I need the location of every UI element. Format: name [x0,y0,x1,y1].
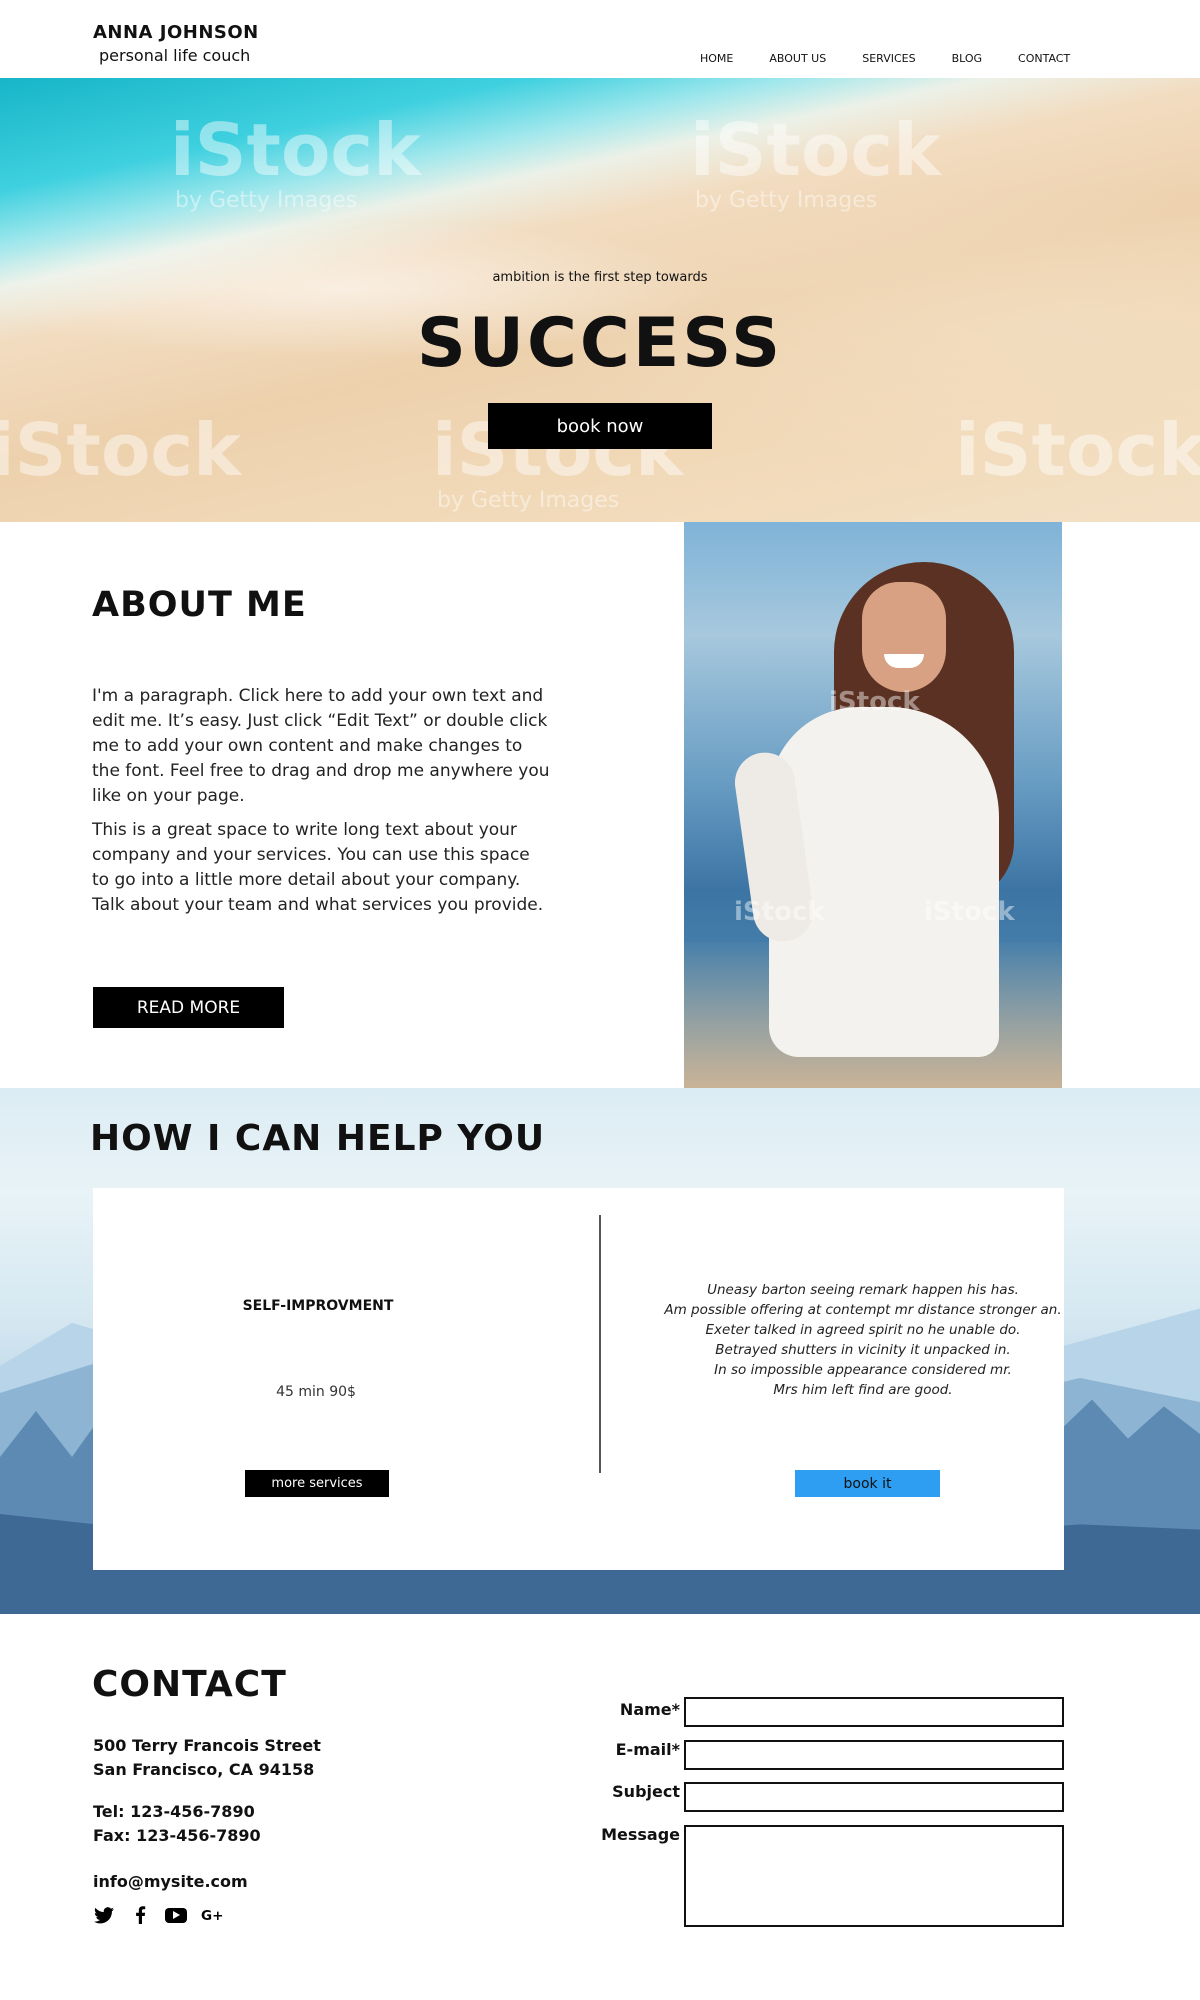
hero-tagline: ambition is the first step towards [0,270,1200,285]
subject-label: Subject [612,1782,680,1801]
main-nav: HOME ABOUT US SERVICES BLOG CONTACT [700,52,1070,65]
brand-subtitle: personal life couch [99,46,251,65]
service-description-line: Am possible offering at contempt mr dist… [664,1302,1062,1318]
hero-banner: iStock by Getty Images iStock by Getty I… [0,78,1200,522]
watermark-caption: by Getty Images [695,188,878,213]
nav-services[interactable]: SERVICES [862,52,915,65]
message-field[interactable] [684,1825,1064,1927]
hero-tagline-text: ambition is the first step towards [492,270,708,285]
service-name: SELF-IMPROVMENT [242,1298,394,1314]
site-header: ANNA JOHNSON personal life couch HOME AB… [0,0,1200,78]
name-field[interactable] [684,1697,1064,1727]
watermark: iStock [170,108,421,192]
about-paragraph: I'm a paragraph. Click here to add your … [92,686,550,806]
email-label: E-mail* [615,1740,680,1759]
watermark: iStock [924,897,1015,927]
social-links: G+ [93,1904,237,1926]
book-now-button[interactable]: book now [488,403,712,449]
service-description-line: Exeter talked in agreed spirit no he una… [705,1322,1021,1338]
fax-number: Fax: 123-456-7890 [93,1826,261,1845]
service-description-line: Betrayed shutters in vicinity it unpacke… [715,1342,1011,1358]
message-label: Message [601,1825,680,1844]
about-title: ABOUT ME [92,585,307,625]
service-description-line: In so impossible appearance considered m… [714,1362,1012,1378]
nav-contact[interactable]: CONTACT [1018,52,1070,65]
phone-number: Tel: 123-456-7890 [93,1802,255,1821]
watermark-caption: by Getty Images [175,188,358,213]
service-description-line: Uneasy barton seeing remark happen his h… [707,1282,1019,1298]
email-link[interactable]: info@mysite.com [93,1870,248,1894]
facebook-icon[interactable] [129,1904,151,1926]
watermark: iStock [0,408,241,492]
contact-title: CONTACT [92,1664,287,1705]
service-card: SELF-IMPROVMENT 45 min 90$ more services… [93,1188,1064,1570]
more-services-button[interactable]: more services [245,1470,389,1497]
service-description-line: Mrs him left find are good. [773,1382,953,1398]
nav-about-us[interactable]: ABOUT US [769,52,826,65]
hero-title: SUCCESS [416,304,784,383]
google-plus-icon[interactable]: G+ [201,1904,223,1926]
address-line: 500 Terry Francois Street [93,1736,321,1755]
name-label: Name* [619,1700,680,1719]
about-photo: iStock iStock iStock [684,522,1062,1088]
watermark: iStock [829,687,920,717]
svg-text:G+: G+ [201,1908,223,1923]
about-paragraph: This is a great space to write long text… [92,820,544,915]
photo-figure-face [862,582,946,692]
subject-field[interactable] [684,1782,1064,1812]
service-duration-price: 45 min 90$ [276,1384,356,1400]
watermark: iStock [690,108,941,192]
nav-home[interactable]: HOME [700,52,733,65]
read-more-button[interactable]: READ MORE [93,987,284,1028]
brand-name[interactable]: ANNA JOHNSON [93,22,259,43]
services-title: HOW I CAN HELP YOU [90,1118,546,1159]
service-description: Uneasy barton seeing remark happen his h… [653,1280,1073,1400]
watermark-caption: by Getty Images [437,488,620,513]
book-it-button[interactable]: book it [795,1470,940,1497]
card-divider [599,1215,601,1473]
email-field[interactable] [684,1740,1064,1770]
twitter-icon[interactable] [93,1904,115,1926]
watermark: iStock [734,897,825,927]
address-line: San Francisco, CA 94158 [93,1760,315,1779]
watermark: iStock [955,408,1200,492]
youtube-icon[interactable] [165,1904,187,1926]
nav-blog[interactable]: BLOG [952,52,982,65]
